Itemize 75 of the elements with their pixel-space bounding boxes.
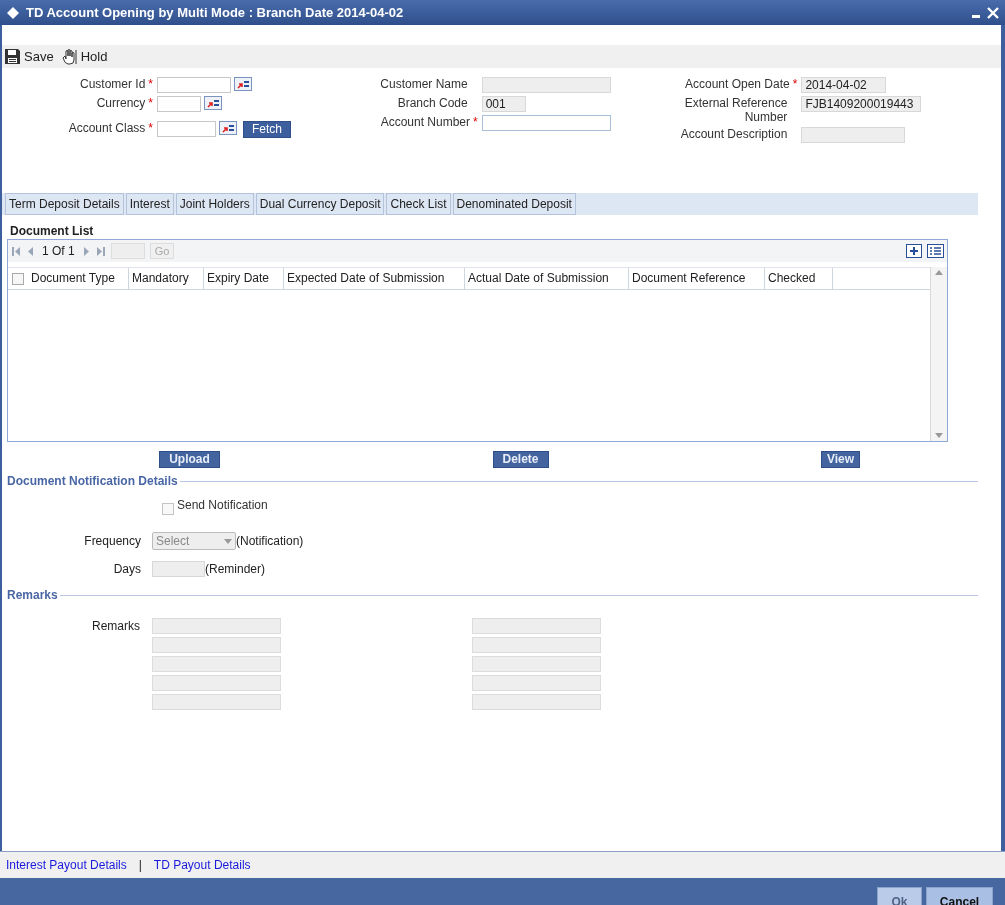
field-hint: (Reminder) [205, 561, 265, 578]
field-label: Branch Code [397, 96, 468, 110]
tab[interactable]: Denominated Deposit [452, 193, 576, 215]
field-label: Days [112, 561, 142, 578]
window-title: TD Account Opening by Multi Mode : Branch Date 2014-04-02 [26, 3, 405, 22]
field-label: Remarks [91, 618, 141, 635]
input-field: 2014-04-02 [801, 77, 887, 93]
checkbox-label: Send Notification [177, 496, 268, 514]
section-title: Remarks [7, 587, 58, 604]
footer-link[interactable]: Interest Payout Details [6, 856, 127, 874]
column-header[interactable]: Document Type [28, 268, 129, 289]
lookup-icon[interactable] [204, 96, 222, 110]
action-button[interactable]: Delete [492, 451, 549, 468]
field-hint: (Notification) [236, 533, 304, 550]
caret-icon[interactable] [224, 538, 232, 544]
required-mark: * [792, 77, 798, 91]
field-label: Frequency [83, 533, 142, 550]
column-header[interactable]: Actual Date of Submission [465, 268, 629, 289]
column-header[interactable]: Expiry Date [204, 268, 284, 289]
tab[interactable]: Interest [125, 193, 174, 215]
scroll-down-icon[interactable] [935, 433, 943, 438]
field-label: Currency [96, 96, 146, 110]
hand-icon[interactable] [59, 47, 78, 66]
input-field: 001 [481, 96, 526, 112]
page-indicator: 1 Of 1 [41, 243, 76, 260]
tab[interactable]: Term Deposit Details [5, 193, 124, 215]
first-page-icon[interactable] [11, 245, 21, 257]
field-label: Account Open Date [684, 77, 790, 91]
action-button[interactable]: View [821, 451, 860, 468]
page-field[interactable] [110, 243, 145, 259]
input-field[interactable] [157, 121, 216, 137]
select-all-checkbox[interactable] [12, 272, 24, 285]
scrollbar[interactable] [930, 267, 947, 441]
save-button[interactable]: Save [24, 46, 54, 67]
input-field [152, 561, 205, 577]
tab[interactable]: Dual Currency Deposit [255, 193, 385, 215]
footer-link[interactable]: TD Payout Details [153, 856, 251, 874]
input-field: FJB1409200019443 [801, 96, 922, 112]
input-field[interactable] [481, 115, 611, 131]
fetch-button[interactable]: Fetch [243, 121, 291, 138]
tab[interactable]: Joint Holders [175, 193, 254, 215]
next-page-icon[interactable] [82, 245, 91, 257]
hold-button[interactable]: Hold [80, 46, 108, 67]
last-page-icon[interactable] [95, 245, 106, 257]
field-label: Customer Id [79, 77, 146, 91]
field-label: Customer Name [380, 77, 468, 91]
required-mark: * [148, 77, 153, 91]
tab[interactable]: Check List [386, 193, 451, 215]
field-label: Account Number [380, 115, 470, 129]
add-icon[interactable] [906, 244, 922, 258]
required-mark: * [148, 96, 153, 110]
field-label: External Reference Number [683, 96, 788, 124]
column-header[interactable]: Checked [765, 268, 833, 289]
lookup-icon[interactable] [234, 77, 252, 91]
section-title: Document List [9, 223, 95, 239]
section-title: Document Notification Details [7, 473, 178, 490]
scroll-up-icon[interactable] [935, 270, 943, 275]
input-field[interactable] [157, 96, 201, 112]
input-field[interactable] [157, 77, 231, 93]
close-icon[interactable] [987, 6, 999, 19]
column-header[interactable]: Document Reference [629, 268, 765, 289]
column-header[interactable]: Expected Date of Submission [284, 268, 465, 289]
required-mark: * [473, 115, 478, 129]
action-button[interactable]: Upload [159, 451, 220, 468]
field-label: Account Class [68, 121, 146, 135]
previous-page-icon[interactable] [26, 245, 34, 257]
required-mark: * [148, 121, 153, 135]
select-placeholder: Select [156, 533, 190, 550]
diamond-icon [6, 5, 20, 20]
field-label: Account Description [680, 127, 788, 141]
column-header[interactable]: Mandatory [129, 268, 204, 289]
list-icon[interactable] [927, 244, 944, 258]
lookup-icon[interactable] [219, 121, 237, 135]
separator: | [138, 857, 142, 874]
save-icon[interactable] [4, 48, 21, 65]
